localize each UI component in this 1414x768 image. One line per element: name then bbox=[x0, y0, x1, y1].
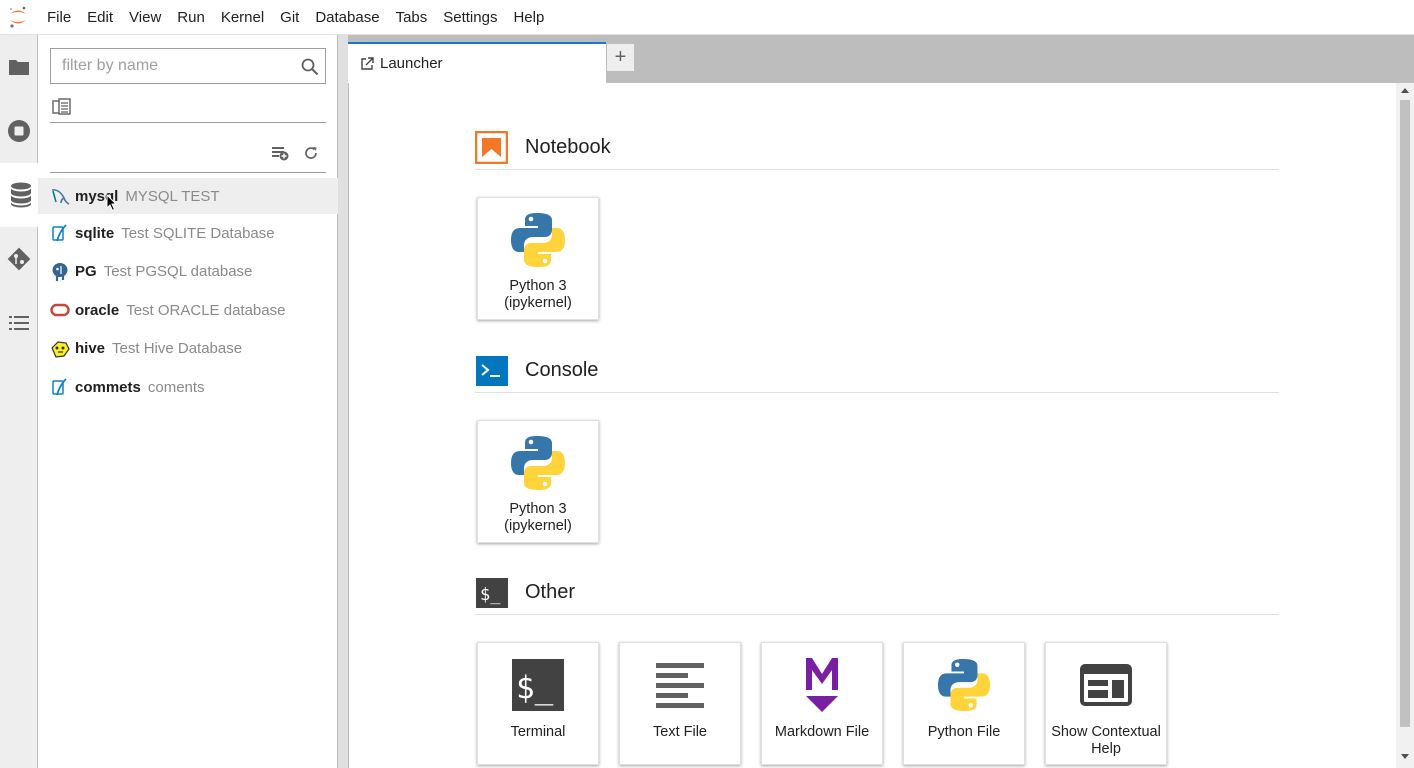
menu-view[interactable]: View bbox=[121, 0, 169, 35]
search-icon bbox=[301, 58, 319, 81]
filter-input[interactable] bbox=[51, 57, 291, 75]
launch-icon bbox=[361, 56, 374, 70]
git-icon[interactable] bbox=[0, 227, 38, 291]
jupyter-logo-icon bbox=[0, 0, 36, 35]
filter-box bbox=[50, 48, 326, 84]
text-file-card[interactable]: Text File bbox=[619, 642, 741, 765]
connection-name: oracle bbox=[75, 301, 120, 319]
scroll-down-arrow-icon[interactable] bbox=[1401, 754, 1409, 759]
section-other: $_ Other bbox=[475, 571, 1279, 615]
connection-description: Test PGSQL database bbox=[103, 263, 253, 281]
sqlite-icon bbox=[50, 377, 70, 397]
terminal-icon: $_ bbox=[478, 655, 598, 715]
launcher-scrollbar[interactable] bbox=[1396, 83, 1414, 768]
connection-description: Test ORACLE database bbox=[126, 301, 286, 319]
panel-splitter[interactable] bbox=[338, 35, 348, 768]
sqlite-icon bbox=[50, 223, 70, 243]
scroll-up-arrow-icon[interactable] bbox=[1401, 88, 1409, 93]
section-console: Console bbox=[475, 349, 1279, 393]
tab-bar: Launcher + bbox=[348, 35, 1414, 83]
section-title: Other bbox=[525, 581, 576, 603]
card-label: Python 3 (ipykernel) bbox=[504, 278, 572, 311]
menu-bar: File Edit View Run Kernel Git Database T… bbox=[0, 0, 1414, 35]
menu-tabs[interactable]: Tabs bbox=[388, 0, 436, 35]
list-icon[interactable] bbox=[0, 291, 38, 355]
card-label: Text File bbox=[653, 724, 707, 740]
console-python3-card[interactable]: Python 3 (ipykernel) bbox=[477, 420, 599, 543]
terminal-card[interactable]: $_ Terminal bbox=[477, 642, 599, 765]
connection-description: Test SQLITE Database bbox=[121, 224, 275, 242]
connection-name: commets bbox=[75, 378, 141, 396]
python-icon bbox=[478, 433, 598, 493]
card-label: Show Contextual Help bbox=[1051, 724, 1161, 757]
card-label: Python File bbox=[927, 724, 1001, 740]
connection-name: hive bbox=[75, 340, 106, 358]
menu-git[interactable]: Git bbox=[272, 0, 307, 35]
connection-item-pg[interactable]: PG Test PGSQL database bbox=[38, 253, 338, 292]
python-icon bbox=[478, 210, 598, 270]
svg-text:$_: $_ bbox=[516, 670, 554, 706]
notebook-icon bbox=[475, 131, 508, 164]
panel-divider bbox=[50, 172, 326, 173]
oracle-icon bbox=[50, 300, 70, 320]
launcher-panel: Notebook Python 3 (ipykernel) Console Py… bbox=[348, 83, 1414, 768]
connection-item-sqlite[interactable]: sqlite Test SQLITE Database bbox=[38, 214, 338, 253]
notebook-python3-card[interactable]: Python 3 (ipykernel) bbox=[477, 197, 599, 320]
connection-item-hive[interactable]: hive Test Hive Database bbox=[38, 330, 338, 369]
section-title: Notebook bbox=[525, 136, 611, 158]
menu-database[interactable]: Database bbox=[307, 0, 387, 35]
stop-circle-icon[interactable] bbox=[0, 99, 38, 163]
menu-kernel[interactable]: Kernel bbox=[213, 0, 272, 35]
mysql-icon bbox=[50, 186, 70, 206]
database-browser-panel: mysql MYSQL TEST sqlite Test SQLITE Data… bbox=[38, 35, 338, 768]
connection-name: PG bbox=[75, 263, 97, 281]
tab-label: Launcher bbox=[380, 55, 443, 72]
section-title: Console bbox=[525, 359, 599, 381]
tab-launcher[interactable]: Launcher bbox=[348, 42, 606, 83]
card-label: Terminal bbox=[510, 724, 566, 740]
menu-file[interactable]: File bbox=[39, 0, 79, 35]
svg-text:$_: $_ bbox=[480, 585, 501, 605]
card-label: Markdown File bbox=[774, 724, 870, 740]
terminal-section-icon: $_ bbox=[475, 576, 508, 609]
text-file-icon bbox=[620, 655, 740, 715]
card-label: Python 3 (ipykernel) bbox=[504, 501, 572, 534]
connection-description: MYSQL TEST bbox=[125, 187, 220, 205]
markdown-file-card[interactable]: Markdown File bbox=[761, 642, 883, 765]
connection-description: Test Hive Database bbox=[112, 340, 243, 358]
menu-help[interactable]: Help bbox=[505, 0, 552, 35]
connection-list: mysql MYSQL TEST sqlite Test SQLITE Data… bbox=[38, 178, 338, 407]
menu-settings[interactable]: Settings bbox=[435, 0, 505, 35]
postgresql-icon bbox=[50, 262, 70, 282]
menu-edit[interactable]: Edit bbox=[79, 0, 121, 35]
new-launcher-button[interactable]: + bbox=[606, 43, 635, 72]
contextual-help-card[interactable]: Show Contextual Help bbox=[1045, 642, 1167, 765]
connection-item-mysql[interactable]: mysql MYSQL TEST bbox=[38, 178, 338, 214]
refresh-icon[interactable] bbox=[303, 145, 319, 166]
database-icon[interactable] bbox=[0, 163, 39, 227]
connection-name: sqlite bbox=[75, 224, 115, 242]
connection-item-oracle[interactable]: oracle Test ORACLE database bbox=[38, 291, 338, 330]
connection-name: mysql bbox=[75, 187, 119, 205]
schema-view-icon[interactable] bbox=[52, 98, 71, 120]
panel-divider bbox=[50, 122, 326, 123]
hive-icon bbox=[50, 339, 70, 359]
scrollbar-thumb[interactable] bbox=[1400, 100, 1410, 727]
markdown-icon bbox=[762, 655, 882, 715]
python-icon bbox=[904, 655, 1024, 715]
add-connection-icon[interactable] bbox=[271, 145, 289, 166]
connection-description: coments bbox=[147, 378, 205, 396]
python-file-card[interactable]: Python File bbox=[903, 642, 1025, 765]
folder-icon[interactable] bbox=[0, 35, 38, 99]
menu-run[interactable]: Run bbox=[169, 0, 213, 35]
section-notebook: Notebook bbox=[475, 126, 1279, 170]
console-icon bbox=[475, 354, 508, 387]
contextual-help-icon bbox=[1046, 655, 1166, 715]
connection-item-commets[interactable]: commets coments bbox=[38, 368, 338, 407]
activity-bar bbox=[0, 35, 39, 768]
